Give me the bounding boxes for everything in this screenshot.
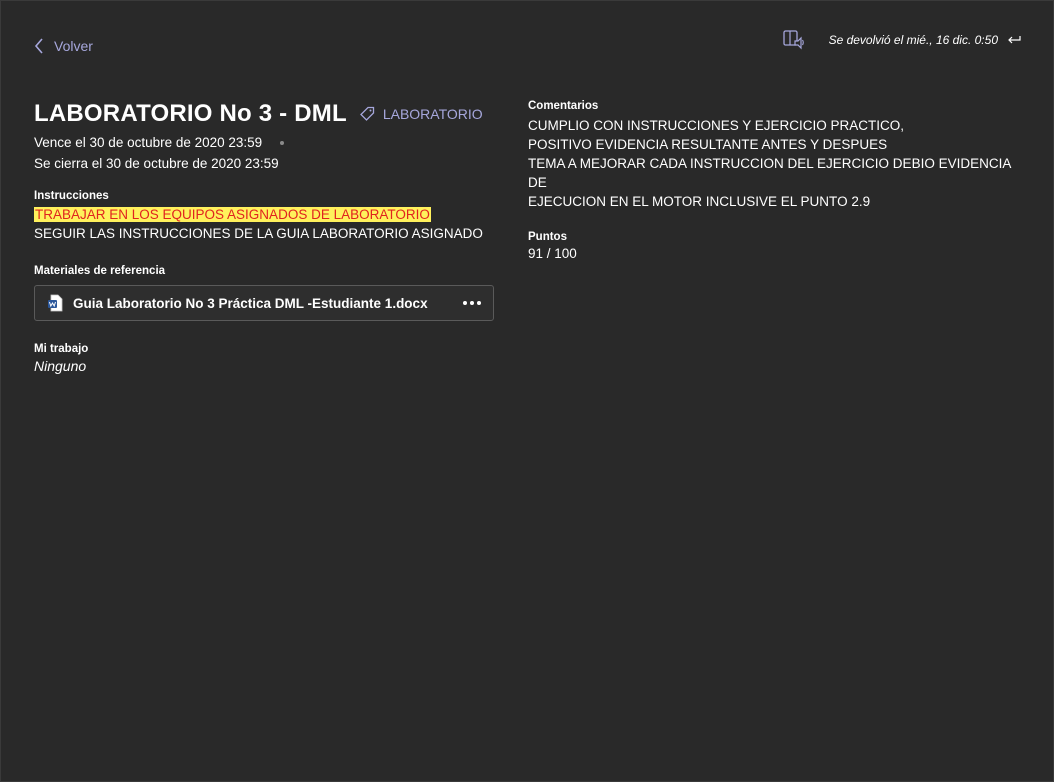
title-row: LABORATORIO No 3 - DML LABORATORIO bbox=[34, 100, 504, 128]
comment-line: TEMA A MEJORAR CADA INSTRUCCION DEL EJER… bbox=[528, 156, 1011, 190]
chevron-left-icon bbox=[34, 38, 43, 54]
due-date: Vence el 30 de octubre de 2020 23:59 bbox=[34, 135, 263, 150]
comment-line: POSITIVO EVIDENCIA RESULTANTE ANTES Y DE… bbox=[528, 137, 888, 152]
back-label: Volver bbox=[54, 38, 93, 54]
comment-line: EJECUCION EN EL MOTOR INCLUSIVE EL PUNTO… bbox=[528, 194, 871, 209]
my-work-value: Ninguno bbox=[34, 358, 87, 374]
reference-file-card[interactable]: Guia Laboratorio No 3 Práctica DML -Estu… bbox=[34, 285, 494, 321]
immersive-reader-icon bbox=[782, 30, 804, 50]
assignment-details: LABORATORIO No 3 - DML LABORATORIO Vence… bbox=[34, 100, 504, 374]
category-label: LABORATORIO bbox=[382, 106, 483, 122]
back-button[interactable]: Volver bbox=[34, 38, 93, 54]
materials-label: Materiales de referencia bbox=[34, 265, 166, 277]
instructions-body: TRABAJAR EN LOS EQUIPOS ASIGNADOS DE LAB… bbox=[34, 205, 504, 243]
returned-text: Se devolvió el mié., 16 dic. 0:50 bbox=[828, 33, 998, 47]
dates: Vence el 30 de octubre de 2020 23:59 Se … bbox=[34, 132, 504, 174]
word-doc-icon bbox=[48, 294, 63, 312]
more-options-button[interactable] bbox=[461, 295, 483, 311]
more-dot bbox=[477, 301, 481, 305]
highlighted-instruction: TRABAJAR EN LOS EQUIPOS ASIGNADOS DE LAB… bbox=[34, 207, 431, 222]
assignment-title: LABORATORIO No 3 - DML bbox=[34, 100, 347, 127]
tag-icon bbox=[359, 106, 374, 121]
separator-dot bbox=[280, 141, 285, 146]
comments-body: CUMPLIO CON INSTRUCCIONES Y EJERCICIO PR… bbox=[528, 116, 1028, 211]
points-value: 91 / 100 bbox=[528, 246, 577, 261]
more-dot bbox=[470, 301, 474, 305]
comment-line: CUMPLIO CON INSTRUCCIONES Y EJERCICIO PR… bbox=[528, 118, 905, 133]
more-dot bbox=[463, 301, 467, 305]
file-name: Guia Laboratorio No 3 Práctica DML -Estu… bbox=[73, 295, 428, 311]
immersive-reader-button[interactable] bbox=[782, 30, 805, 50]
my-work-label: Mi trabajo bbox=[34, 343, 89, 355]
points-label: Puntos bbox=[528, 231, 567, 243]
comments-label: Comentarios bbox=[528, 100, 599, 112]
category-tag[interactable]: LABORATORIO bbox=[359, 106, 483, 122]
instructions-label: Instrucciones bbox=[34, 190, 109, 202]
instruction-line: SEGUIR LAS INSTRUCCIONES DE LA GUIA LABO… bbox=[34, 226, 483, 241]
return-arrow-icon bbox=[1008, 36, 1021, 44]
returned-status: Se devolvió el mié., 16 dic. 0:50 bbox=[829, 33, 1022, 47]
header-actions: Se devolvió el mié., 16 dic. 0:50 bbox=[782, 30, 1022, 50]
close-date: Se cierra el 30 de octubre de 2020 23:59 bbox=[34, 156, 279, 171]
feedback-panel: Comentarios CUMPLIO CON INSTRUCCIONES Y … bbox=[528, 100, 1028, 261]
